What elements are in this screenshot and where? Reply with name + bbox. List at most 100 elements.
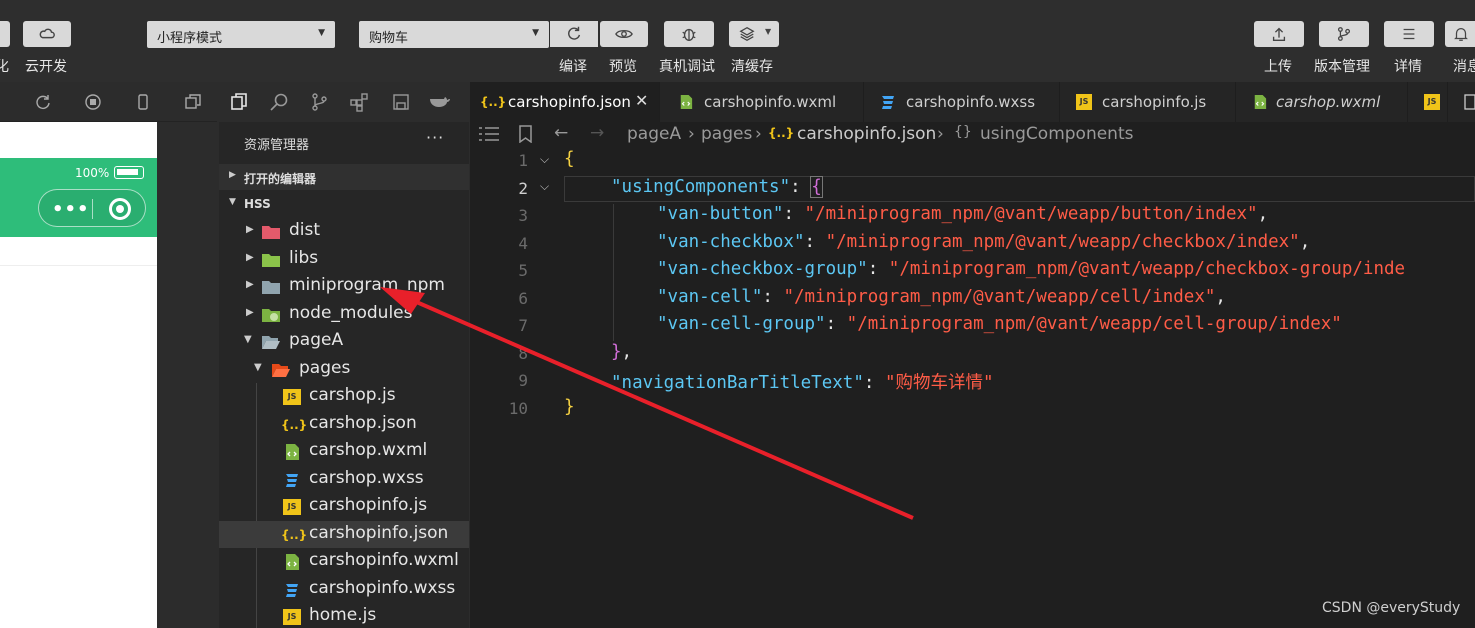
details-label: 详情 [1394,59,1422,75]
devtools-window: 化 云开发 小程序模式 ▼ 购物车 ▼ 编译 预览 真机调试 ▼ 清缓存 上传 … [0,0,1475,628]
window-icon[interactable] [185,94,201,110]
wxml-icon [283,444,301,460]
rotate-icon[interactable] [35,94,51,110]
tab-carshopinfo-js[interactable]: JS carshopinfo.js [1060,82,1236,122]
messages-button[interactable] [1445,21,1475,47]
remote-debug-label: 真机调试 [659,59,715,75]
chevron-down-icon: ▼ [765,27,772,36]
layers-icon [739,26,755,42]
chevron-right-icon: › [937,124,944,144]
fold-chevron-icon[interactable]: ⌵ [540,152,549,167]
visualize-button[interactable] [0,21,10,47]
json-key: "van-checkbox" [657,232,805,252]
tree-item-miniprogram-npm[interactable]: ▶ miniprogram_npm [219,273,469,300]
version-label: 版本管理 [1314,59,1370,75]
line-number: 3 [518,206,528,225]
tree-item-carshop-js[interactable]: JS carshop.js [219,383,469,410]
editor-tabs: {..} carshopinfo.json ✕ carshopinfo.wxml… [470,82,1475,122]
bookmark-icon[interactable] [519,125,532,143]
json-value: "/miniprogram_npm/@vant/weapp/checkbox/i… [825,232,1300,252]
line-number: 1 [518,151,528,170]
capsule-menu[interactable]: ••• [38,189,146,227]
breadcrumb-item[interactable]: usingComponents [980,124,1133,144]
wxml-icon [678,94,694,110]
colon: : [804,232,826,252]
source-control-icon[interactable] [309,92,329,112]
colon: : [867,259,889,279]
clear-cache-button[interactable]: ▼ [729,21,779,47]
stop-icon[interactable] [85,94,101,110]
code-line: "van-checkbox": "/miniprogram_npm/@vant/… [657,232,1310,252]
page-select[interactable]: 购物车 ▼ [359,21,549,48]
remote-debug-button[interactable] [664,21,714,47]
tab-carshopinfo-wxss[interactable]: carshopinfo.wxss [864,82,1060,122]
eye-icon [615,29,633,39]
breadcrumb-item[interactable]: carshopinfo.json [797,124,936,144]
details-button[interactable] [1384,21,1434,47]
mode-select-value: 小程序模式 [157,31,223,46]
tree-item-carshopinfo-json[interactable]: {..} carshopinfo.json [219,521,469,548]
back-arrow-icon[interactable]: ← [554,123,568,143]
chevron-down-icon: ▼ [532,28,539,38]
list-icon[interactable] [479,127,499,141]
upload-button[interactable] [1254,21,1304,47]
phone-icon[interactable] [135,94,151,110]
tree-item-libs[interactable]: ▶ libs [219,246,469,273]
cloud-dev-label: 云开发 [25,59,67,75]
chevron-right-icon: ▶ [246,224,254,235]
open-editors-section[interactable]: ▶ 打开的编辑器 [219,164,469,190]
save-icon[interactable] [391,92,411,112]
close-miniprogram-icon[interactable] [109,198,131,220]
cloud-icon [39,28,55,39]
extensions-icon[interactable] [349,92,369,112]
code-line: } [564,397,575,417]
mode-select[interactable]: 小程序模式 ▼ [147,21,335,48]
tree-item-carshopinfo-wxss[interactable]: carshopinfo.wxss [219,576,469,603]
tab-carshopinfo-wxml[interactable]: carshopinfo.wxml [660,82,864,122]
tree-item-node-modules[interactable]: ▶ node_modules [219,301,469,328]
tree-item-carshopinfo-wxml[interactable]: carshopinfo.wxml [219,548,469,575]
more-icon[interactable]: ••• [52,199,90,220]
tree-item-dist[interactable]: ▶ dist [219,218,469,245]
battery-percent: 100% [75,166,110,180]
cloud-dev-button[interactable] [23,21,71,47]
tree-item-carshop-wxss[interactable]: carshop.wxss [219,466,469,493]
brace: { [810,176,823,198]
json-key: "navigationBarTitleText" [611,373,864,393]
more-actions-icon[interactable]: ··· [426,128,444,147]
tree-item-pagea[interactable]: ▼ pageA [219,328,469,355]
breadcrumb-item[interactable]: pages [701,124,752,144]
chevron-down-icon: ▼ [244,334,252,345]
tree-item-home-js[interactable]: JS home.js [219,603,469,628]
fold-chevron-icon[interactable]: ⌵ [540,179,549,194]
project-section[interactable]: ▼ HSS [219,191,469,217]
forward-arrow-icon[interactable]: → [590,123,604,143]
tab-carshopinfo-json[interactable]: {..} carshopinfo.json ✕ [470,82,660,122]
tab-carshop-wxml[interactable]: carshop.wxml [1236,82,1408,122]
tab-overflow[interactable]: JS [1408,82,1448,122]
line-number: 8 [518,344,528,363]
tree-item-carshopinfo-js[interactable]: JS carshopinfo.js [219,493,469,520]
tree-item-carshop-wxml[interactable]: carshop.wxml [219,438,469,465]
docker-icon[interactable] [429,92,451,112]
breadcrumb: ← → pageA › pages › {..} carshopinfo.jso… [470,122,1475,148]
json-value: "/miniprogram_npm/@vant/weapp/button/ind… [804,204,1258,224]
tree-item-label: carshop.wxss [309,468,424,488]
preview-button[interactable] [600,21,648,47]
compile-button[interactable] [550,21,598,47]
wxss-icon [283,582,301,598]
simulator-screen[interactable]: 100% ••• [0,122,157,628]
tree-item-label: carshop.wxml [309,440,428,460]
code-editor[interactable]: 1 2 3 4 5 6 7 8 9 10 ⌵ ⌵ { "usingCompone… [470,148,1475,628]
search-icon[interactable] [269,92,289,112]
simulator-toolbar [0,82,217,122]
tree-item-pages[interactable]: ▼ pages [219,356,469,383]
brace: } [564,397,575,417]
brace: } [611,342,622,362]
close-icon[interactable]: ✕ [635,91,648,110]
tree-item-carshop-json[interactable]: {..} carshop.json [219,411,469,438]
split-editor-icon[interactable] [1464,94,1475,110]
breadcrumb-item[interactable]: pageA [627,124,681,144]
version-button[interactable] [1319,21,1369,47]
files-icon[interactable] [229,92,249,112]
